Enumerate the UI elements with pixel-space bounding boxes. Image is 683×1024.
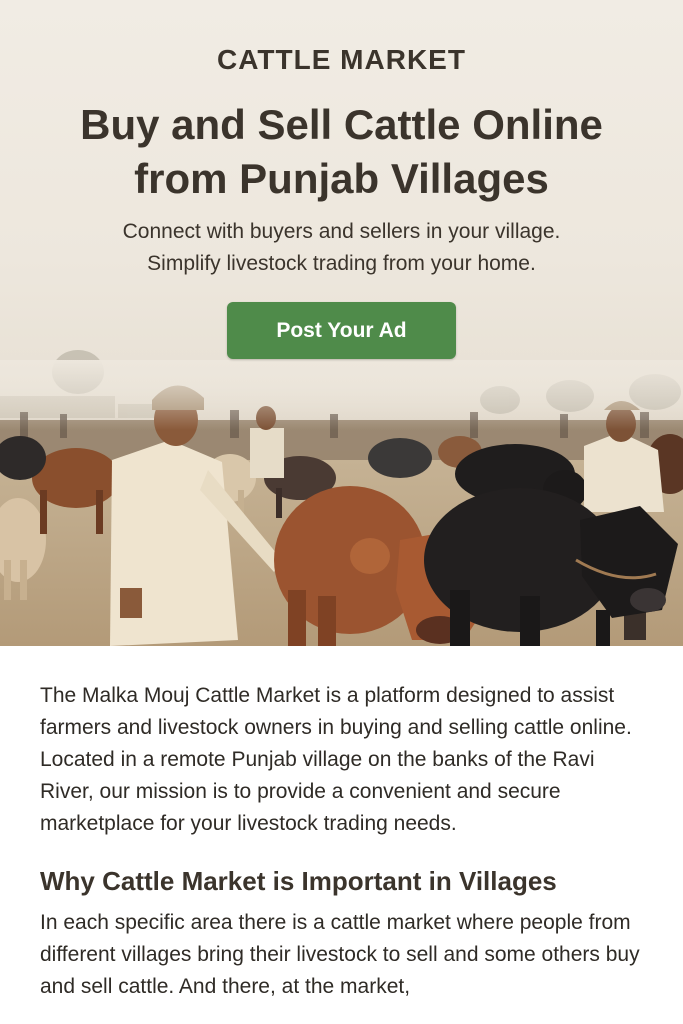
hero-section: CATTLE MARKET Buy and Sell Cattle Online… xyxy=(0,0,683,646)
headline-line-1: Buy and Sell Cattle Online xyxy=(80,101,603,148)
section-heading: Why Cattle Market is Important in Villag… xyxy=(40,866,557,896)
subtitle-line-2: Simplify livestock trading from your hom… xyxy=(147,252,536,275)
main-content: The Malka Mouj Cattle Market is a platfo… xyxy=(0,646,683,1003)
site-eyebrow: CATTLE MARKET xyxy=(217,44,466,75)
section-paragraph: In each specific area there is a cattle … xyxy=(40,911,640,998)
subtitle-line-1: Connect with buyers and sellers in your … xyxy=(122,220,561,243)
hero-subtitle: Connect with buyers and sellers in your … xyxy=(40,216,643,280)
intro-paragraph: The Malka Mouj Cattle Market is a platfo… xyxy=(40,684,632,835)
headline-line-2: from Punjab Villages xyxy=(134,155,549,202)
page-title: Buy and Sell Cattle Online from Punjab V… xyxy=(40,98,643,206)
post-ad-button[interactable]: Post Your Ad xyxy=(227,302,456,359)
